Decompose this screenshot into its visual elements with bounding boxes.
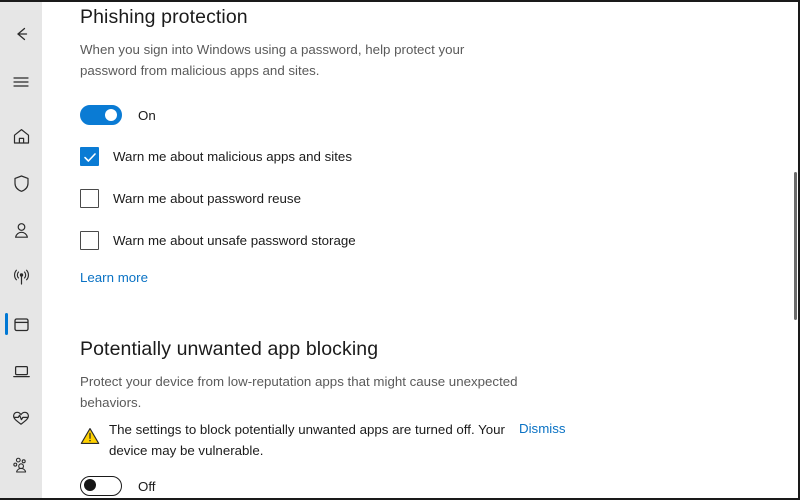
pua-blocking-toggle-row: Off xyxy=(80,476,156,496)
broadcast-icon xyxy=(11,267,32,288)
back-button[interactable] xyxy=(0,14,42,54)
sidebar-item-device-performance-health[interactable] xyxy=(0,398,42,438)
pua-warning-text: The settings to block potentially unwant… xyxy=(109,422,505,458)
checkbox-row-password-reuse[interactable]: Warn me about password reuse xyxy=(80,189,301,208)
phishing-protection-toggle-row: On xyxy=(80,105,156,125)
pua-blocking-description: Protect your device from low-reputation … xyxy=(80,374,518,410)
sidebar-item-account-protection[interactable] xyxy=(0,210,42,250)
selected-indicator xyxy=(5,313,8,335)
checkbox-unsafe-password-storage[interactable] xyxy=(80,231,99,250)
back-arrow-icon xyxy=(10,23,32,45)
sidebar-item-menu[interactable] xyxy=(0,62,42,102)
checkbox-label-malicious-apps: Warn me about malicious apps and sites xyxy=(113,149,352,164)
sidebar-item-firewall-network-protection[interactable] xyxy=(0,257,42,297)
family-people-icon xyxy=(10,454,32,476)
checkbox-row-malicious-apps[interactable]: Warn me about malicious apps and sites xyxy=(80,147,352,166)
checkbox-malicious-apps[interactable] xyxy=(80,147,99,166)
toggle-knob xyxy=(105,109,117,121)
navigation-sidebar xyxy=(0,2,42,498)
checkbox-label-unsafe-password-storage: Warn me about unsafe password storage xyxy=(113,233,356,248)
shield-icon xyxy=(11,173,32,194)
dismiss-link[interactable]: Dismiss xyxy=(519,421,566,436)
scrollbar-thumb[interactable] xyxy=(794,172,797,320)
sidebar-item-home[interactable] xyxy=(0,116,42,156)
sidebar-item-family-options[interactable] xyxy=(0,445,42,485)
pua-blocking-title: Potentially unwanted app blocking xyxy=(80,338,379,360)
checkbox-label-password-reuse: Warn me about password reuse xyxy=(113,191,301,206)
checkbox-password-reuse[interactable] xyxy=(80,189,99,208)
sidebar-item-app-browser-control[interactable] xyxy=(0,304,42,344)
heart-pulse-icon xyxy=(10,407,32,429)
pua-blocking-toggle-label: Off xyxy=(138,478,156,494)
toggle-knob xyxy=(84,479,96,491)
windows-security-window: Phishing protection When you sign into W… xyxy=(0,0,800,500)
home-icon xyxy=(11,126,32,147)
settings-content-pane: Phishing protection When you sign into W… xyxy=(42,2,798,498)
phishing-protection-toggle-label: On xyxy=(138,107,156,123)
pua-warning-banner: The settings to block potentially unwant… xyxy=(80,420,566,461)
phishing-protection-toggle[interactable] xyxy=(80,105,122,125)
learn-more-link[interactable]: Learn more xyxy=(80,270,148,285)
checkbox-row-unsafe-password-storage[interactable]: Warn me about unsafe password storage xyxy=(80,231,356,250)
sidebar-item-virus-threat-protection[interactable] xyxy=(0,163,42,203)
phishing-protection-description: When you sign into Windows using a passw… xyxy=(80,42,465,78)
person-icon xyxy=(11,220,32,241)
phishing-protection-title: Phishing protection xyxy=(80,6,248,28)
laptop-icon xyxy=(11,361,32,382)
app-window-icon xyxy=(11,314,32,335)
sidebar-item-protection-history[interactable] xyxy=(0,492,42,498)
sidebar-item-device-security[interactable] xyxy=(0,351,42,391)
warning-triangle-icon xyxy=(80,427,100,450)
hamburger-menu-icon xyxy=(11,72,31,92)
pua-blocking-toggle[interactable] xyxy=(80,476,122,496)
checkmark-icon xyxy=(84,152,96,162)
vertical-scrollbar[interactable] xyxy=(792,2,798,498)
